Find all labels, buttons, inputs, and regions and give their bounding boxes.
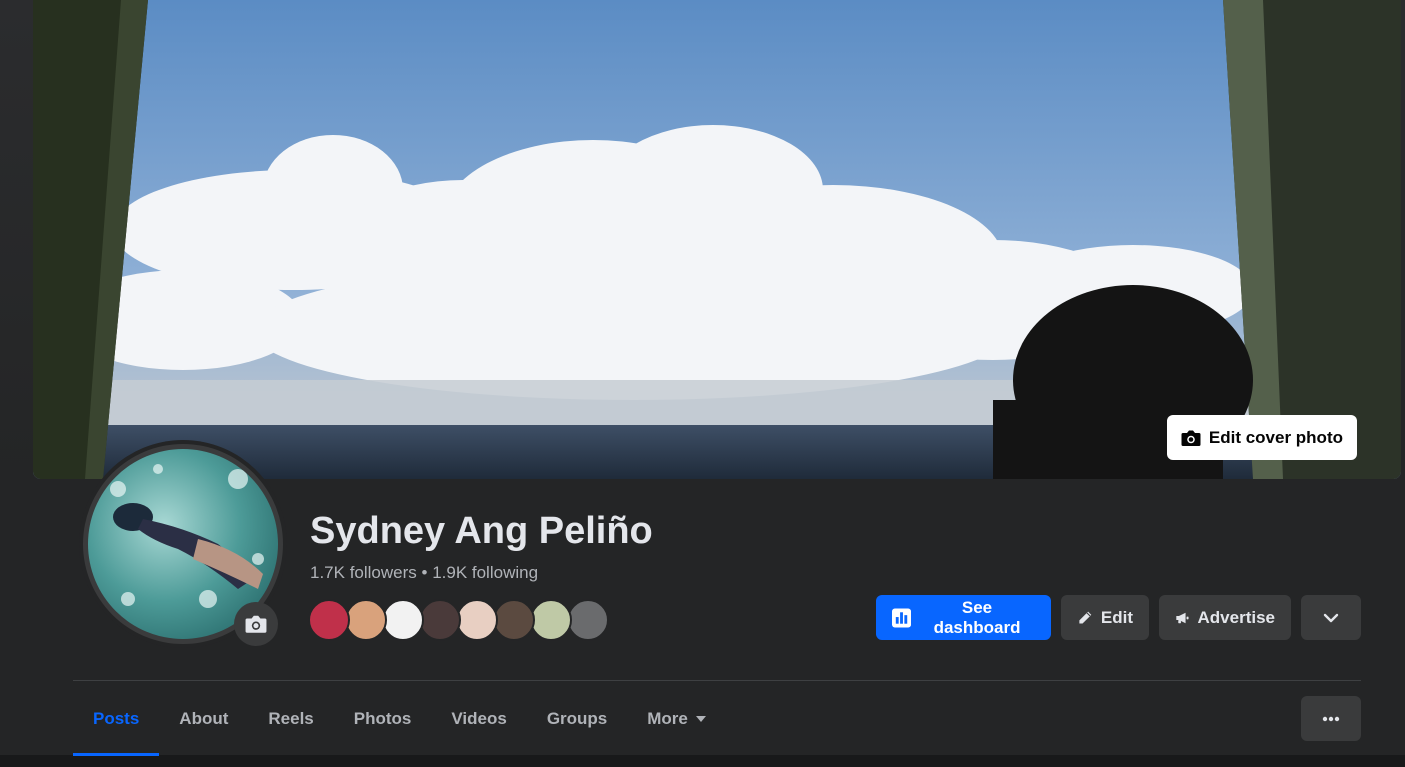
tab-posts[interactable]: Posts: [73, 681, 160, 756]
friend-avatar[interactable]: [456, 599, 498, 641]
following-link[interactable]: 1.9K following: [432, 563, 538, 582]
tab-videos[interactable]: Videos: [431, 681, 526, 756]
chevron-down-icon: [1323, 613, 1339, 622]
friend-avatars: [308, 599, 609, 641]
tab-label: Photos: [353, 708, 412, 728]
cover-photo[interactable]: Edit cover photo: [33, 0, 1401, 479]
friend-avatar[interactable]: [345, 599, 387, 641]
tab-more[interactable]: More: [627, 681, 726, 756]
tab-groups[interactable]: Groups: [527, 681, 627, 756]
friend-avatar[interactable]: [382, 599, 424, 641]
tab-label: Groups: [546, 708, 608, 728]
ellipsis-icon: [1322, 716, 1340, 721]
profile-page: Edit cover photo Sydney Ang Peliño 1.7K …: [0, 0, 1405, 767]
tab-photos[interactable]: Photos: [334, 681, 432, 756]
tab-label: Reels: [268, 708, 314, 728]
profile-stats: 1.7K followers • 1.9K following: [310, 563, 538, 583]
friend-avatar[interactable]: [567, 599, 609, 641]
chart-icon: [892, 607, 912, 628]
tab-label: More: [647, 708, 688, 728]
profile-picture[interactable]: [79, 440, 287, 648]
advertise-label: Advertise: [1197, 607, 1275, 627]
tab-about[interactable]: About: [159, 681, 248, 756]
pencil-icon: [1079, 611, 1092, 624]
camera-icon: [1181, 430, 1201, 446]
tab-label: Videos: [451, 708, 507, 728]
profile-tabs: Posts About Reels Photos Videos Groups More: [73, 681, 726, 756]
friend-avatar[interactable]: [530, 599, 572, 641]
caret-down-icon: [695, 715, 706, 722]
friend-avatar[interactable]: [493, 599, 535, 641]
camera-icon: [245, 615, 267, 633]
more-actions-button[interactable]: [1301, 595, 1361, 640]
tab-label: Posts: [93, 708, 140, 728]
stats-separator: •: [416, 563, 433, 582]
followers-link[interactable]: 1.7K followers: [310, 563, 417, 582]
friend-avatar[interactable]: [419, 599, 461, 641]
friend-avatar[interactable]: [308, 599, 350, 641]
update-profile-picture-button[interactable]: [234, 602, 278, 646]
edit-profile-button[interactable]: Edit: [1061, 595, 1149, 640]
edit-cover-photo-label: Edit cover photo: [1208, 427, 1343, 447]
cover-photo-image: [33, 0, 1401, 479]
tab-reels[interactable]: Reels: [248, 681, 333, 756]
edit-cover-photo-button[interactable]: Edit cover photo: [1166, 415, 1357, 460]
tab-label: About: [179, 708, 229, 728]
see-dashboard-label: See dashboard: [933, 597, 1021, 637]
profile-actions: See dashboard Edit Advertise: [876, 595, 1361, 640]
megaphone-icon: [1176, 612, 1189, 623]
edit-label: Edit: [1100, 607, 1133, 627]
profile-name: Sydney Ang Peliño: [310, 510, 653, 552]
tab-overflow-button[interactable]: [1301, 696, 1361, 741]
see-dashboard-button[interactable]: See dashboard: [876, 595, 1051, 640]
advertise-button[interactable]: Advertise: [1159, 595, 1291, 640]
